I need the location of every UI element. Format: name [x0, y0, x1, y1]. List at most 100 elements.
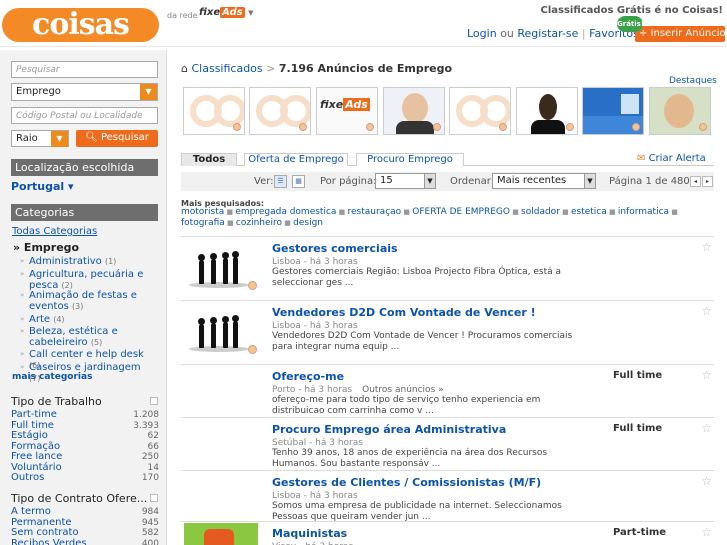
- subcategory-link[interactable]: Arte (4): [29, 314, 149, 325]
- next-page-icon[interactable]: ▸: [702, 176, 713, 187]
- featured-thumb[interactable]: [649, 87, 711, 135]
- filter-label: Estágio: [11, 430, 48, 441]
- filter-label: Permanente: [11, 516, 72, 528]
- featured-thumb[interactable]: [183, 87, 245, 135]
- featured-thumb[interactable]: [249, 87, 311, 135]
- create-alert-link[interactable]: ✉ Criar Alerta: [637, 153, 706, 164]
- register-link[interactable]: Registar-se: [517, 27, 578, 40]
- filter-row[interactable]: A termo 984: [11, 507, 159, 518]
- location-select[interactable]: Portugal ▾: [11, 180, 74, 193]
- listing-row[interactable]: Gestores comerciais Lisboa - há 3 horas Ge…: [181, 236, 714, 300]
- listing-title[interactable]: Ofereço-me: [272, 370, 344, 383]
- badge-icon: [366, 123, 374, 131]
- featured-thumb[interactable]: [383, 87, 445, 135]
- listing-location-time: Lisboa - há 3 horas: [272, 257, 358, 267]
- sort-select[interactable]: Mais recentes ▼: [492, 173, 596, 189]
- subcategory-link[interactable]: Animação de festas e eventos (3): [29, 290, 149, 312]
- filter-label: Voluntário: [11, 461, 62, 473]
- search-tag-link[interactable]: motorista: [181, 207, 224, 217]
- fixeads-thumb-badge: Ads: [343, 98, 370, 111]
- listing-row[interactable]: Gestores de Clientes / Comissionistas (M…: [181, 470, 714, 522]
- listing-image[interactable]: [187, 242, 257, 290]
- search-tag-link[interactable]: restauraçao: [348, 207, 402, 217]
- favorite-star-icon[interactable]: ☆: [701, 368, 712, 382]
- tipo-trabalho-heading: Tipo de Trabalho: [11, 395, 102, 408]
- filter-row[interactable]: Recibos Verdes 400: [11, 538, 159, 545]
- page-info: Página 1 de 480: [609, 176, 690, 187]
- tab-oferta-emprego[interactable]: Oferta de Emprego: [244, 153, 348, 166]
- grid-view-icon[interactable]: ▦: [292, 175, 305, 188]
- tab-todos[interactable]: Todos: [181, 153, 237, 166]
- search-tag-link[interactable]: empregada domestica: [235, 207, 336, 217]
- filter-row[interactable]: Estágio 62: [11, 430, 159, 442]
- search-tag-link[interactable]: soldador: [521, 207, 560, 217]
- subcategory-link[interactable]: Administrativo (1): [29, 256, 149, 267]
- listing-image[interactable]: [184, 523, 258, 545]
- listing-title[interactable]: Procuro Emprego área Administrativa: [272, 423, 506, 436]
- listing-title[interactable]: Gestores comerciais: [272, 242, 398, 255]
- other-ads-link[interactable]: Outros anúncios »: [362, 385, 444, 395]
- login-link[interactable]: Login: [467, 27, 497, 40]
- coisas-logo[interactable]: coisas: [2, 8, 159, 42]
- category-select[interactable]: Emprego ▼: [11, 83, 158, 101]
- favorite-star-icon[interactable]: ☆: [701, 525, 712, 539]
- favorite-star-icon[interactable]: ☆: [701, 421, 712, 435]
- breadcrumb-classificados[interactable]: Classificados: [191, 62, 262, 75]
- featured-thumb[interactable]: fixe Ads: [316, 87, 378, 135]
- listing-row[interactable]: MaquinistasViseu - há 3 horasPart-time☆: [181, 521, 714, 545]
- listing-image[interactable]: [187, 306, 257, 354]
- featured-thumb[interactable]: [449, 87, 511, 135]
- search-tag-link[interactable]: design: [293, 218, 323, 228]
- insert-ad-button[interactable]: + Inserir Anúncio: [635, 26, 726, 42]
- search-tag-link[interactable]: fotografia: [181, 218, 225, 228]
- all-categories-link[interactable]: Todas Categorias: [12, 226, 97, 237]
- more-categories-link[interactable]: mais categorias: [12, 372, 92, 382]
- listing-title[interactable]: Gestores de Clientes / Comissionistas (M…: [272, 476, 541, 489]
- search-input[interactable]: Pesquisar: [11, 61, 158, 78]
- per-page-select[interactable]: 15 ▼: [375, 173, 436, 189]
- search-tag-link[interactable]: informatica: [618, 207, 669, 217]
- filter-row[interactable]: Outros 170: [11, 473, 159, 484]
- job-type-label: Full time: [613, 423, 663, 434]
- filter-row[interactable]: Formação 66: [11, 441, 159, 452]
- listing-row[interactable]: Vendedores D2D Com Vontade de Vencer ! Li…: [181, 300, 714, 364]
- filter-row[interactable]: Full time 3.393: [11, 420, 159, 431]
- collapse-toggle-icon[interactable]: [150, 494, 158, 502]
- search-button[interactable]: 🔍︎ Pesquisar: [76, 130, 158, 147]
- listing-location-time: Lisboa - há 3 horas: [272, 491, 358, 501]
- listing-title[interactable]: Maquinistas: [272, 527, 347, 540]
- favorite-star-icon[interactable]: ☆: [701, 474, 712, 488]
- search-tag-link[interactable]: estetica: [571, 207, 607, 217]
- postal-code-input[interactable]: Código Postal ou Localidade: [11, 107, 158, 124]
- filter-row[interactable]: Part-time 1.208: [11, 410, 159, 421]
- listing-row[interactable]: Procuro Emprego área Administrativa Setúb…: [181, 417, 714, 470]
- favorite-star-icon[interactable]: ☆: [701, 240, 712, 254]
- filter-row[interactable]: Voluntário 14: [11, 461, 159, 473]
- home-icon[interactable]: ⌂: [181, 62, 188, 75]
- listing-title[interactable]: Vendedores D2D Com Vontade de Vencer !: [272, 306, 536, 319]
- favorite-star-icon[interactable]: ☆: [701, 304, 712, 318]
- radius-select[interactable]: Raio ▼: [11, 130, 69, 147]
- featured-thumb[interactable]: [516, 87, 578, 135]
- featured-thumb[interactable]: [582, 87, 644, 135]
- search-tag-link[interactable]: OFERTA DE EMPREGO: [412, 207, 510, 217]
- fixeads-logo[interactable]: fixe Ads ▼: [199, 7, 254, 18]
- sort-value: Mais recentes: [497, 175, 567, 186]
- collapse-toggle-icon[interactable]: [150, 397, 158, 405]
- list-view-icon[interactable]: ☰: [274, 175, 287, 188]
- tag-separator-icon: ■: [606, 208, 618, 216]
- search-tag-link[interactable]: cozinheiro: [236, 218, 282, 228]
- prev-page-icon[interactable]: ◂: [690, 176, 701, 187]
- subcategory-link[interactable]: Beleza, estética e cabeleireiro (5): [29, 326, 149, 348]
- filter-row[interactable]: Permanente 945: [11, 516, 159, 528]
- na-rede-label: da rede: [167, 11, 198, 20]
- silhouette-figure: [232, 315, 239, 348]
- destaques-link[interactable]: Destaques: [669, 76, 717, 86]
- filter-row[interactable]: Sem contrato 582: [11, 528, 159, 539]
- fixeads-text: fixe: [199, 7, 221, 18]
- subcategory-link[interactable]: Agricultura, pecuária e pesca (2): [29, 269, 149, 291]
- filter-row[interactable]: Free lance 250: [11, 452, 159, 463]
- tab-procuro-emprego[interactable]: Procuro Emprego: [356, 153, 464, 166]
- badge-icon: [566, 123, 574, 131]
- listing-row[interactable]: Ofereço-me Porto - há 3 horas Outros anúnc…: [181, 364, 714, 417]
